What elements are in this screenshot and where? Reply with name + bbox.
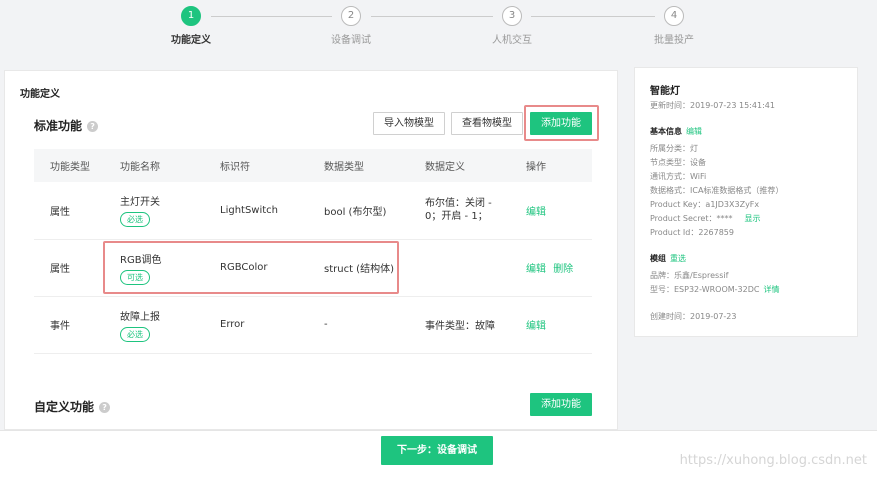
data-definition bbox=[409, 239, 510, 297]
step-number: 2 bbox=[341, 6, 361, 26]
next-step-button[interactable]: 下一步：设备调试 bbox=[381, 436, 493, 465]
operations-cell: 编辑 删除 bbox=[510, 239, 592, 297]
module-label: 模组 bbox=[650, 254, 666, 263]
edit-link[interactable]: 编辑 bbox=[526, 321, 546, 332]
column-header: 功能类型 bbox=[34, 149, 104, 182]
updated-time: 更新时间：2019-07-23 15:41:41 bbox=[650, 101, 775, 110]
column-header: 标识符 bbox=[204, 149, 308, 182]
function-name-cell: 故障上报 必选 bbox=[104, 296, 204, 354]
data-format: 数据格式：ICA标准数据格式（推荐） bbox=[650, 186, 784, 195]
step-label: 人机交互 bbox=[492, 35, 532, 46]
custom-functions-heading: 自定义功能? bbox=[34, 398, 111, 415]
step-label: 设备调试 bbox=[331, 35, 371, 46]
step-number: 3 bbox=[502, 6, 522, 26]
import-model-button[interactable]: 导入物模型 bbox=[373, 112, 445, 135]
data-definition: 布尔值：关闭 - 0；开启 - 1； bbox=[409, 182, 510, 240]
add-custom-function-button[interactable]: 添加功能 bbox=[530, 393, 592, 416]
help-icon[interactable]: ? bbox=[87, 121, 99, 132]
step-label: 功能定义 bbox=[171, 35, 211, 46]
table-header-row: 功能类型 功能名称 标识符 数据类型 数据定义 操作 bbox=[34, 149, 592, 182]
section-title: 功能定义 bbox=[20, 89, 60, 100]
standard-functions-label: 标准功能 bbox=[34, 119, 83, 133]
identifier: Error bbox=[204, 296, 308, 354]
step-device-debug[interactable]: 2 设备调试 bbox=[291, 6, 411, 46]
identifier: LightSwitch bbox=[204, 182, 308, 240]
column-header: 操作 bbox=[510, 149, 592, 182]
standard-functions-heading: 标准功能? bbox=[34, 117, 99, 134]
edit-link[interactable]: 编辑 bbox=[526, 207, 546, 218]
edit-link[interactable]: 编辑 bbox=[686, 127, 702, 136]
custom-functions-label: 自定义功能 bbox=[34, 400, 95, 414]
model-row: 型号：ESP32-WROOM-32DC 详情 bbox=[650, 284, 779, 295]
required-badge: 必选 bbox=[120, 212, 150, 228]
column-header: 数据类型 bbox=[308, 149, 409, 182]
basic-info-heading: 基本信息 编辑 bbox=[650, 126, 702, 137]
view-model-button[interactable]: 查看物模型 bbox=[451, 112, 523, 135]
operations-cell: 编辑 bbox=[510, 296, 592, 354]
product-title: 智能灯 bbox=[650, 86, 680, 97]
highlight-box bbox=[103, 241, 399, 294]
reselect-link[interactable]: 重选 bbox=[670, 254, 686, 263]
detail-link[interactable]: 详情 bbox=[763, 285, 779, 294]
data-type: bool (布尔型) bbox=[308, 182, 409, 240]
progress-stepper: 1 功能定义 2 设备调试 3 人机交互 4 批量投产 bbox=[0, 0, 877, 60]
edit-link[interactable]: 编辑 bbox=[526, 264, 546, 275]
step-function-definition[interactable]: 1 功能定义 bbox=[131, 6, 251, 46]
product-id: Product Id：2267859 bbox=[650, 228, 734, 237]
column-header: 功能名称 bbox=[104, 149, 204, 182]
function-definition-panel: 功能定义 标准功能? 导入物模型 查看物模型 添加功能 功能类型 功能名称 标识… bbox=[4, 70, 618, 430]
product-key: Product Key：a1JD3X3ZyFx bbox=[650, 200, 760, 209]
operations-cell: 编辑 bbox=[510, 182, 592, 240]
help-icon[interactable]: ? bbox=[99, 402, 111, 413]
table-row: 属性 主灯开关 必选 LightSwitch bool (布尔型) 布尔值：关闭… bbox=[34, 182, 592, 240]
step-number: 4 bbox=[664, 6, 684, 26]
brand: 品牌：乐鑫/Espressif bbox=[650, 271, 729, 280]
model: 型号：ESP32-WROOM-32DC bbox=[650, 285, 760, 294]
product-secret: Product Secret：**** bbox=[650, 214, 733, 223]
category: 所属分类：灯 bbox=[650, 144, 698, 153]
required-badge: 必选 bbox=[120, 326, 150, 342]
data-definition: 事件类型：故障 bbox=[409, 296, 510, 354]
step-number: 1 bbox=[181, 6, 201, 26]
highlight-box bbox=[524, 105, 599, 141]
function-name: 主灯开关 bbox=[120, 197, 160, 209]
created-time: 创建时间：2019-07-23 bbox=[650, 312, 737, 321]
delete-link[interactable]: 删除 bbox=[553, 264, 573, 275]
step-mass-production[interactable]: 4 批量投产 bbox=[614, 6, 734, 46]
module-heading: 模组 重选 bbox=[650, 253, 686, 264]
step-label: 批量投产 bbox=[654, 35, 694, 46]
function-name-cell: 主灯开关 必选 bbox=[104, 182, 204, 240]
table-row: 事件 故障上报 必选 Error - 事件类型：故障 编辑 bbox=[34, 296, 592, 354]
communication: 通讯方式：WiFi bbox=[650, 172, 707, 181]
data-type: - bbox=[308, 296, 409, 354]
show-secret-link[interactable]: 显示 bbox=[745, 214, 761, 223]
data-definition-line: 布尔值：关闭 - bbox=[425, 198, 492, 210]
function-type: 事件 bbox=[34, 296, 104, 354]
column-header: 数据定义 bbox=[409, 149, 510, 182]
step-hmi[interactable]: 3 人机交互 bbox=[452, 6, 572, 46]
node-type: 节点类型：设备 bbox=[650, 158, 706, 167]
basic-info-label: 基本信息 bbox=[650, 127, 682, 136]
watermark: https://xuhong.blog.csdn.net bbox=[679, 453, 867, 468]
function-type: 属性 bbox=[34, 182, 104, 240]
data-definition-line: 0；开启 - 1； bbox=[425, 211, 488, 223]
function-name: 故障上报 bbox=[120, 311, 160, 323]
product-secret-row: Product Secret：**** 显示 bbox=[650, 213, 761, 224]
function-type: 属性 bbox=[34, 239, 104, 297]
product-info-panel: 智能灯 更新时间：2019-07-23 15:41:41 基本信息 编辑 所属分类… bbox=[634, 67, 858, 337]
